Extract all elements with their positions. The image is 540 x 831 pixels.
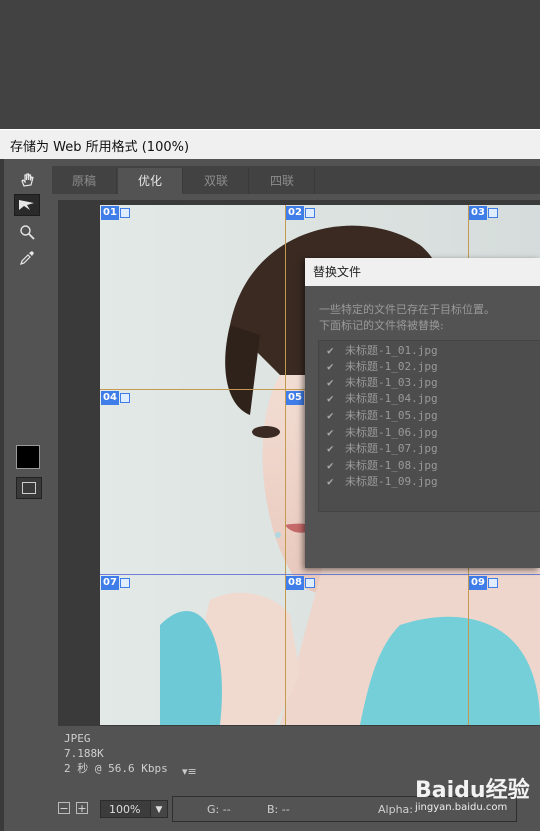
slice-image-icon bbox=[119, 208, 130, 218]
slice-image-icon bbox=[487, 578, 498, 588]
slice-guide-vertical-1 bbox=[285, 205, 286, 725]
download-speed-menu-icon[interactable]: ▾≡ bbox=[182, 765, 197, 778]
file-item[interactable]: ✔ 未标题-1_07.jpg bbox=[327, 441, 438, 457]
checkmark-icon[interactable]: ✔ bbox=[327, 441, 341, 457]
dialog-title: 替换文件 bbox=[305, 258, 540, 286]
checkmark-icon[interactable]: ✔ bbox=[327, 474, 341, 490]
download-time: 2 秒 @ 56.6 Kbps bbox=[64, 762, 168, 775]
slice-label-05[interactable]: 05 bbox=[286, 391, 304, 405]
chevron-down-icon[interactable]: ▼ bbox=[150, 800, 168, 818]
optimization-info: JPEG 7.188K 2 秒 @ 56.6 Kbps bbox=[64, 731, 168, 776]
watermark-url: jingyan.baidu.com bbox=[415, 802, 508, 813]
background-area bbox=[0, 0, 540, 129]
slice-label-07[interactable]: 07 bbox=[101, 576, 130, 590]
slice-guide-horizontal-2 bbox=[100, 574, 540, 575]
tab-original[interactable]: 原稿 bbox=[52, 168, 117, 194]
file-item[interactable]: ✔ 未标题-1_06.jpg bbox=[327, 425, 438, 441]
checkmark-icon[interactable]: ✔ bbox=[327, 359, 341, 375]
checkmark-icon[interactable]: ✔ bbox=[327, 408, 341, 424]
toggle-slices-visibility-icon[interactable] bbox=[16, 477, 42, 499]
eyedropper-color-swatch[interactable] bbox=[16, 445, 40, 469]
file-list: ✔ 未标题-1_01.jpg ✔ 未标题-1_02.jpg ✔ 未标题-1_03.jp… bbox=[318, 340, 540, 512]
dialog-titlebar: 存储为 Web 所用格式 (100%) bbox=[0, 129, 540, 159]
file-item[interactable]: ✔ 未标题-1_02.jpg bbox=[327, 359, 438, 375]
file-item[interactable]: ✔ 未标题-1_09.jpg bbox=[327, 474, 438, 490]
window-title: 存储为 Web 所用格式 (100%) bbox=[10, 140, 190, 155]
tab-2-up[interactable]: 双联 bbox=[184, 168, 249, 194]
slice-label-02[interactable]: 02 bbox=[286, 206, 315, 220]
file-item[interactable]: ✔ 未标题-1_04.jpg bbox=[327, 391, 438, 407]
hand-tool-icon[interactable] bbox=[14, 169, 40, 191]
green-readout: G: -- bbox=[207, 803, 231, 816]
file-item[interactable]: ✔ 未标题-1_05.jpg bbox=[327, 408, 438, 424]
watermark: Baidu经验 jingyan.baidu.com bbox=[415, 772, 530, 813]
window-edge bbox=[0, 159, 4, 831]
zoom-in-button[interactable]: + bbox=[76, 802, 88, 814]
file-size: 7.188K bbox=[64, 747, 104, 760]
slice-select-tool-icon[interactable] bbox=[14, 194, 40, 216]
watermark-logo: Baidu经验 bbox=[415, 778, 530, 803]
slice-label-04[interactable]: 04 bbox=[101, 391, 130, 405]
slice-label-08[interactable]: 08 bbox=[286, 576, 315, 590]
slice-label-01[interactable]: 01 bbox=[101, 206, 130, 220]
checkmark-icon[interactable]: ✔ bbox=[327, 375, 341, 391]
blue-readout: B: -- bbox=[267, 803, 290, 816]
tab-optimized[interactable]: 优化 bbox=[118, 168, 183, 194]
eyedropper-tool-icon[interactable] bbox=[14, 247, 40, 269]
slice-image-icon bbox=[304, 578, 315, 588]
file-item[interactable]: ✔ 未标题-1_01.jpg bbox=[327, 343, 438, 359]
checkmark-icon[interactable]: ✔ bbox=[327, 458, 341, 474]
checkmark-icon[interactable]: ✔ bbox=[327, 391, 341, 407]
zoom-out-button[interactable]: − bbox=[58, 802, 70, 814]
checkmark-icon[interactable]: ✔ bbox=[327, 343, 341, 359]
dialog-message: 一些特定的文件已存在于目标位置。 下面标记的文件将被替换: bbox=[319, 303, 495, 332]
tab-4-up[interactable]: 四联 bbox=[250, 168, 315, 194]
zoom-tool-icon[interactable] bbox=[14, 221, 40, 243]
slice-image-icon bbox=[487, 208, 498, 218]
file-item[interactable]: ✔ 未标题-1_08.jpg bbox=[327, 458, 438, 474]
alpha-readout: Alpha: bbox=[378, 803, 413, 816]
slice-image-icon bbox=[304, 208, 315, 218]
file-format: JPEG bbox=[64, 732, 91, 745]
tool-column bbox=[6, 159, 46, 719]
replace-files-dialog: 替换文件 一些特定的文件已存在于目标位置。 下面标记的文件将被替换: ✔ 未标题-… bbox=[305, 258, 540, 568]
view-tabs: 原稿 优化 双联 四联 bbox=[52, 166, 540, 194]
checkmark-icon[interactable]: ✔ bbox=[327, 425, 341, 441]
slice-image-icon bbox=[119, 393, 130, 403]
file-item[interactable]: ✔ 未标题-1_03.jpg bbox=[327, 375, 438, 391]
slice-image-icon bbox=[119, 578, 130, 588]
slice-label-03[interactable]: 03 bbox=[469, 206, 498, 220]
slice-label-09[interactable]: 09 bbox=[469, 576, 498, 590]
